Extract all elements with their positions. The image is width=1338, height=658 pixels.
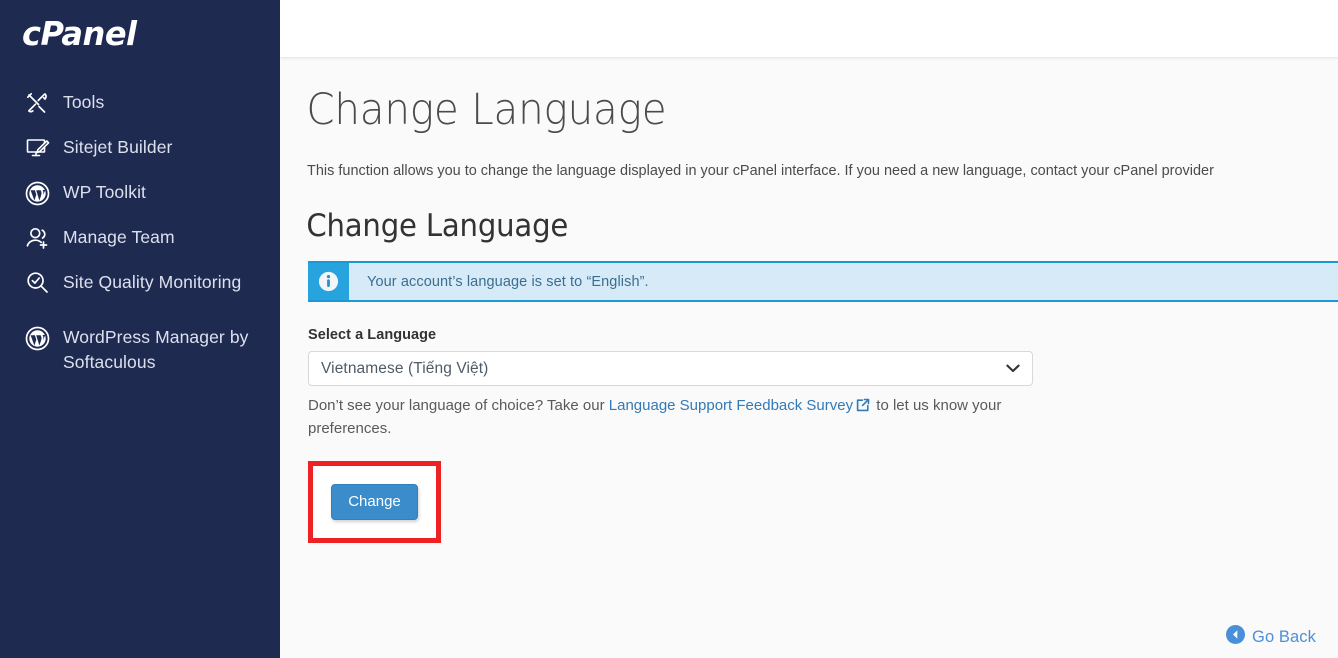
status-banner: Your account’s language is set to “Engli… <box>308 261 1338 302</box>
sidebar-item-site-quality-monitoring[interactable]: Site Quality Monitoring <box>0 270 280 315</box>
go-back-label: Go Back <box>1252 627 1316 646</box>
language-help-text: Don’t see your language of choice? Take … <box>308 395 1008 439</box>
sidebar-item-wordpress-manager-by-softaculous[interactable]: WordPress Manager by Softaculous <box>0 325 280 375</box>
external-link-icon[interactable] <box>856 397 870 418</box>
sidebar-item-sitejet-builder[interactable]: Sitejet Builder <box>0 135 280 180</box>
page-description: This function allows you to change the l… <box>307 162 1214 179</box>
sidebar-item-label: Site Quality Monitoring <box>63 272 242 292</box>
monitor-pencil-icon <box>22 135 52 161</box>
sidebar-item-label: Tools <box>63 92 105 112</box>
wordpress-icon <box>22 325 52 351</box>
go-back-link[interactable]: Go Back <box>1226 625 1316 649</box>
magnifier-check-icon <box>22 270 52 296</box>
tools-icon <box>22 90 52 116</box>
change-button[interactable]: Change <box>331 483 418 521</box>
info-icon <box>308 263 349 300</box>
sidebar-item-label: WP Toolkit <box>63 182 147 202</box>
status-banner-message: Your account’s language is set to “Engli… <box>367 273 649 290</box>
sidebar-item-wp-toolkit[interactable]: WP Toolkit <box>0 180 280 225</box>
language-select[interactable]: Vietnamese (Tiếng Việt) <box>308 351 1033 386</box>
language-form: Select a Language Vietnamese (Tiếng Việt… <box>280 327 1338 543</box>
sidebar: cPanel Tools Sitejet Builder WP Toolkit … <box>0 0 280 658</box>
sidebar-item-label: Sitejet Builder <box>63 137 173 157</box>
cpanel-logo[interactable]: cPanel <box>0 0 280 68</box>
language-select-value: Vietnamese (Tiếng Việt) <box>321 359 489 377</box>
sidebar-item-tools[interactable]: Tools <box>0 90 280 135</box>
cpanel-logo-text: cPanel <box>22 14 137 53</box>
top-header-bar <box>280 0 1338 57</box>
page-title: Change Language <box>306 85 667 135</box>
cpanel-app: cPanel Tools Sitejet Builder WP Toolkit … <box>0 0 1338 658</box>
user-add-icon <box>22 225 52 251</box>
language-support-survey-link[interactable]: Language Support Feedback Survey <box>609 397 853 414</box>
sidebar-item-label: WordPress Manager by Softaculous <box>63 327 249 372</box>
annotation-highlight-box: Change <box>308 461 441 543</box>
main-pane: Change Language This function allows you… <box>280 0 1338 658</box>
sidebar-item-label: Manage Team <box>63 227 175 247</box>
sidebar-nav: Tools Sitejet Builder WP Toolkit Manage … <box>0 90 280 375</box>
arrow-circle-left-icon <box>1226 625 1246 649</box>
help-text-before: Don’t see your language of choice? Take … <box>308 397 609 414</box>
wordpress-icon <box>22 180 52 206</box>
sidebar-item-manage-team[interactable]: Manage Team <box>0 225 280 270</box>
section-title: Change Language <box>306 208 569 244</box>
page-content: Change Language This function allows you… <box>280 57 1338 658</box>
chevron-down-icon <box>1006 360 1020 378</box>
select-language-label: Select a Language <box>308 327 437 343</box>
